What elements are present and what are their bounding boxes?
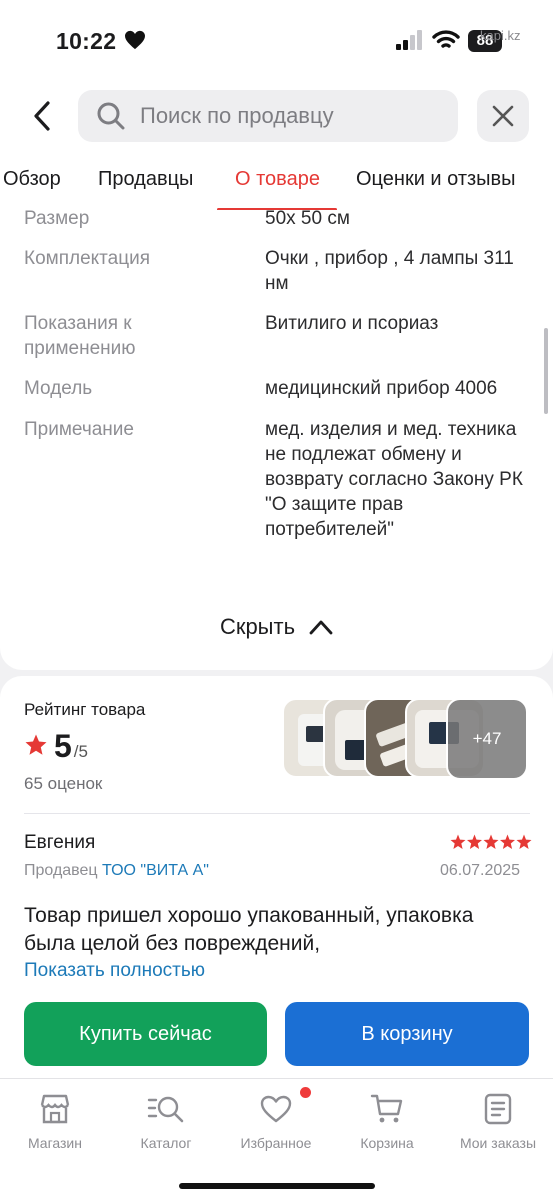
specifications-card: Размер 50x 50 см Комплектация Очки , при… — [0, 210, 553, 670]
orders-icon — [484, 1093, 512, 1125]
tab-sellers[interactable]: Продавцы — [98, 168, 193, 191]
status-bar: 10:22 88 kapi.kz — [0, 0, 553, 80]
search-icon — [97, 102, 125, 130]
header: Поиск по продавцу Обзор Продавцы О товар… — [0, 80, 553, 211]
spec-key: Размер — [24, 210, 90, 229]
shop-icon — [40, 1094, 70, 1124]
star-icon — [25, 734, 47, 755]
nav-item-shop[interactable]: Магазин — [0, 1091, 110, 1151]
buy-now-button[interactable]: Купить сейчас — [24, 1002, 267, 1066]
heart-status-icon — [125, 30, 145, 50]
chevron-up-icon — [309, 620, 333, 635]
tab-overview[interactable]: Обзор — [3, 168, 61, 191]
tab-reviews[interactable]: Оценки и отзывы — [356, 168, 516, 191]
rating-score: 5 /5 — [24, 728, 88, 765]
review-stars — [450, 834, 532, 849]
back-button[interactable] — [24, 94, 60, 138]
scrollbar[interactable] — [544, 328, 548, 414]
collapse-label: Скрыть — [219, 614, 296, 639]
spec-value: медицинский прибор 4006 — [265, 378, 498, 399]
spec-value: Витилиго и псориаз — [265, 313, 439, 334]
spec-key: Примечание — [24, 419, 134, 440]
status-time: 10:22 — [56, 28, 117, 54]
nav-label: Магазин — [27, 1135, 82, 1151]
nav-item-favorites[interactable]: Избранное — [221, 1091, 331, 1151]
seller-prefix: Продавец — [24, 862, 98, 879]
watermark: kapi.kz — [480, 28, 521, 43]
close-icon — [492, 105, 514, 127]
tab-about-product[interactable]: О товаре — [235, 168, 320, 191]
spec-key: Показания к применению — [24, 313, 136, 359]
catalog-search-icon — [147, 1096, 184, 1123]
cellular-signal-icon — [396, 30, 422, 50]
nav-label: Корзина — [360, 1135, 414, 1151]
search-placeholder: Поиск по продавцу — [140, 103, 334, 128]
review-date: 06.07.2025 — [440, 862, 521, 879]
nav-item-orders[interactable]: Мои заказы — [443, 1091, 553, 1151]
spec-value: Очки , прибор , 4 лампы 311 нм — [265, 248, 514, 294]
spec-key: Комплектация — [24, 248, 151, 269]
rating-max: /5 — [73, 742, 88, 761]
section-tabs: Обзор Продавцы О товаре Оценки и отзывы — [0, 168, 553, 211]
seller-search-input[interactable]: Поиск по продавцу — [78, 90, 458, 142]
notification-dot — [300, 1087, 311, 1098]
wifi-icon — [432, 30, 460, 48]
heart-icon — [260, 1095, 292, 1123]
spec-value: 50x 50 см — [265, 210, 350, 229]
nav-item-catalog[interactable]: Каталог — [111, 1091, 221, 1151]
review-text: Товар пришел хорошо упакованный, упаковк… — [24, 904, 474, 955]
seller-link[interactable]: ТОО "ВИТА А" — [102, 862, 209, 879]
spec-key: Модель — [24, 378, 93, 399]
rating-count: 65 оценок — [24, 774, 103, 793]
spec-value: мед. изделия и мед. техника не подлежат … — [265, 419, 523, 540]
review-photos: +47 — [282, 698, 532, 780]
review-author: Евгения — [24, 832, 96, 853]
rating-card: Рейтинг товара 5 /5 65 оценок +47 Евгени… — [0, 676, 553, 1096]
rating-value: 5 — [54, 728, 72, 764]
divider — [24, 813, 530, 814]
nav-label: Избранное — [240, 1135, 312, 1151]
add-to-cart-button[interactable]: В корзину — [285, 1002, 529, 1066]
nav-label: Каталог — [140, 1135, 192, 1151]
clear-search-button[interactable] — [477, 90, 529, 142]
nav-item-cart[interactable]: Корзина — [332, 1091, 442, 1151]
review-seller: Продавец ТОО "ВИТА А" — [24, 862, 209, 880]
chevron-left-icon — [34, 101, 50, 131]
bottom-navigation: Магазин Каталог Избранное Корзина Мои за… — [0, 1078, 553, 1200]
cart-icon — [370, 1094, 403, 1123]
collapse-button[interactable]: Скрыть — [0, 614, 553, 640]
more-photos-button[interactable]: +47 — [446, 698, 528, 780]
nav-label: Мои заказы — [459, 1135, 537, 1151]
home-indicator — [179, 1183, 375, 1189]
rating-title: Рейтинг товара — [24, 700, 146, 719]
show-full-review-link[interactable]: Показать полностью — [24, 960, 205, 982]
